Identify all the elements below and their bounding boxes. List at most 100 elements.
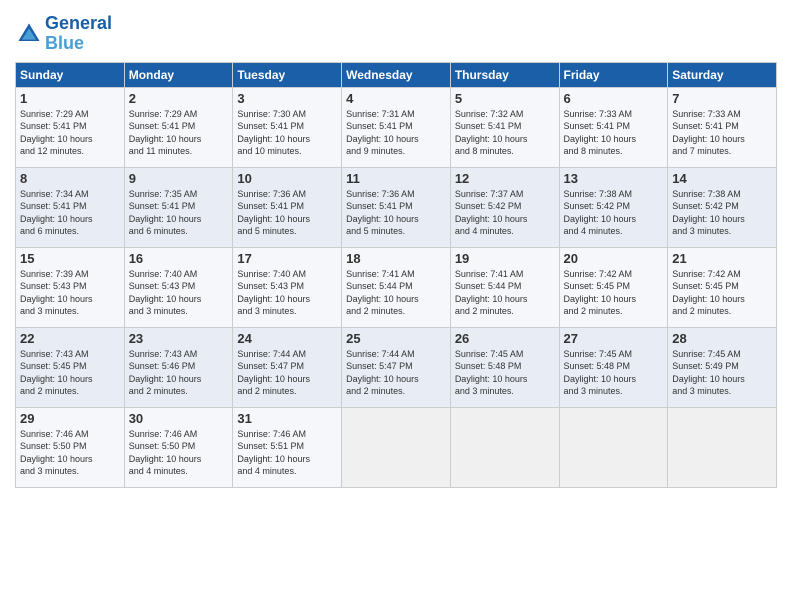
calendar-cell: 4Sunrise: 7:31 AM Sunset: 5:41 PM Daylig… [342, 87, 451, 167]
day-info: Sunrise: 7:45 AM Sunset: 5:48 PM Dayligh… [564, 348, 664, 398]
day-info: Sunrise: 7:44 AM Sunset: 5:47 PM Dayligh… [346, 348, 446, 398]
calendar-cell: 19 Sunrise: 7:41 AM Sunset: 5:44 PM Dayli… [450, 247, 559, 327]
day-number: 11 [346, 171, 446, 186]
day-number: 3 [237, 91, 337, 106]
day-info: Sunrise: 7:39 AM Sunset: 5:43 PM Dayligh… [20, 268, 120, 318]
day-number: 25 [346, 331, 446, 346]
day-number: 23 [129, 331, 229, 346]
day-number: 13 [564, 171, 664, 186]
calendar-cell: 18Sunrise: 7:41 AM Sunset: 5:44 PM Dayli… [342, 247, 451, 327]
day-number: 30 [129, 411, 229, 426]
day-info: Sunrise: 7:41 AM Sunset: 5:44 PM Dayligh… [455, 268, 555, 318]
day-info: Sunrise: 7:37 AM Sunset: 5:42 PM Dayligh… [455, 188, 555, 238]
day-number: 20 [564, 251, 664, 266]
day-number: 2 [129, 91, 229, 106]
page-container: General Blue SundayMondayTuesdayWednesda… [0, 0, 792, 612]
day-info: Sunrise: 7:29 AM Sunset: 5:41 PM Dayligh… [20, 108, 120, 158]
calendar-cell: 7 Sunrise: 7:33 AM Sunset: 5:41 PM Daylig… [668, 87, 777, 167]
day-number: 7 [672, 91, 772, 106]
header-row: SundayMondayTuesdayWednesdayThursdayFrid… [16, 62, 777, 87]
calendar-cell: 17 Sunrise: 7:40 AM Sunset: 5:43 PM Dayli… [233, 247, 342, 327]
calendar-week-row: 8 Sunrise: 7:34 AM Sunset: 5:41 PM Daylig… [16, 167, 777, 247]
calendar-cell: 29Sunrise: 7:46 AM Sunset: 5:50 PM Dayli… [16, 407, 125, 487]
day-number: 16 [129, 251, 229, 266]
calendar-cell: 26Sunrise: 7:45 AM Sunset: 5:48 PM Dayli… [450, 327, 559, 407]
calendar-cell: 8 Sunrise: 7:34 AM Sunset: 5:41 PM Daylig… [16, 167, 125, 247]
calendar-cell: 15Sunrise: 7:39 AM Sunset: 5:43 PM Dayli… [16, 247, 125, 327]
day-info: Sunrise: 7:44 AM Sunset: 5:47 PM Dayligh… [237, 348, 337, 398]
calendar-cell: 9 Sunrise: 7:35 AM Sunset: 5:41 PM Daylig… [124, 167, 233, 247]
logo: General Blue [15, 14, 112, 54]
day-info: Sunrise: 7:46 AM Sunset: 5:50 PM Dayligh… [129, 428, 229, 478]
logo-text: General Blue [45, 14, 112, 54]
day-number: 12 [455, 171, 555, 186]
calendar-cell [668, 407, 777, 487]
calendar-cell: 12 Sunrise: 7:37 AM Sunset: 5:42 PM Dayli… [450, 167, 559, 247]
day-number: 5 [455, 91, 555, 106]
calendar-cell: 1 Sunrise: 7:29 AM Sunset: 5:41 PM Daylig… [16, 87, 125, 167]
day-info: Sunrise: 7:34 AM Sunset: 5:41 PM Dayligh… [20, 188, 120, 238]
calendar-cell: 5 Sunrise: 7:32 AM Sunset: 5:41 PM Daylig… [450, 87, 559, 167]
day-number: 8 [20, 171, 120, 186]
day-info: Sunrise: 7:36 AM Sunset: 5:41 PM Dayligh… [346, 188, 446, 238]
day-number: 28 [672, 331, 772, 346]
header: General Blue [15, 10, 777, 54]
calendar-cell [450, 407, 559, 487]
calendar-cell: 2 Sunrise: 7:29 AM Sunset: 5:41 PM Daylig… [124, 87, 233, 167]
day-info: Sunrise: 7:36 AM Sunset: 5:41 PM Dayligh… [237, 188, 337, 238]
day-info: Sunrise: 7:38 AM Sunset: 5:42 PM Dayligh… [564, 188, 664, 238]
calendar-cell [342, 407, 451, 487]
calendar-cell: 20 Sunrise: 7:42 AM Sunset: 5:45 PM Dayli… [559, 247, 668, 327]
weekday-header: Saturday [668, 62, 777, 87]
calendar-table: SundayMondayTuesdayWednesdayThursdayFrid… [15, 62, 777, 488]
day-number: 6 [564, 91, 664, 106]
day-info: Sunrise: 7:41 AM Sunset: 5:44 PM Dayligh… [346, 268, 446, 318]
calendar-cell: 14Sunrise: 7:38 AM Sunset: 5:42 PM Dayli… [668, 167, 777, 247]
calendar-cell: 27 Sunrise: 7:45 AM Sunset: 5:48 PM Dayli… [559, 327, 668, 407]
day-info: Sunrise: 7:33 AM Sunset: 5:41 PM Dayligh… [564, 108, 664, 158]
calendar-cell: 13 Sunrise: 7:38 AM Sunset: 5:42 PM Dayli… [559, 167, 668, 247]
calendar-cell: 21 Sunrise: 7:42 AM Sunset: 5:45 PM Dayli… [668, 247, 777, 327]
day-number: 24 [237, 331, 337, 346]
day-number: 1 [20, 91, 120, 106]
day-info: Sunrise: 7:46 AM Sunset: 5:51 PM Dayligh… [237, 428, 337, 478]
day-number: 19 [455, 251, 555, 266]
day-info: Sunrise: 7:42 AM Sunset: 5:45 PM Dayligh… [672, 268, 772, 318]
weekday-header: Monday [124, 62, 233, 87]
day-info: Sunrise: 7:42 AM Sunset: 5:45 PM Dayligh… [564, 268, 664, 318]
day-number: 22 [20, 331, 120, 346]
day-number: 27 [564, 331, 664, 346]
day-info: Sunrise: 7:30 AM Sunset: 5:41 PM Dayligh… [237, 108, 337, 158]
calendar-cell: 3 Sunrise: 7:30 AM Sunset: 5:41 PM Daylig… [233, 87, 342, 167]
day-number: 31 [237, 411, 337, 426]
calendar-cell: 23 Sunrise: 7:43 AM Sunset: 5:46 PM Dayli… [124, 327, 233, 407]
calendar-cell: 16 Sunrise: 7:40 AM Sunset: 5:43 PM Dayli… [124, 247, 233, 327]
calendar-cell [559, 407, 668, 487]
weekday-header: Sunday [16, 62, 125, 87]
calendar-cell: 6 Sunrise: 7:33 AM Sunset: 5:41 PM Daylig… [559, 87, 668, 167]
day-number: 17 [237, 251, 337, 266]
calendar-week-row: 15Sunrise: 7:39 AM Sunset: 5:43 PM Dayli… [16, 247, 777, 327]
day-info: Sunrise: 7:29 AM Sunset: 5:41 PM Dayligh… [129, 108, 229, 158]
day-info: Sunrise: 7:40 AM Sunset: 5:43 PM Dayligh… [129, 268, 229, 318]
calendar-cell: 25 Sunrise: 7:44 AM Sunset: 5:47 PM Dayli… [342, 327, 451, 407]
day-number: 21 [672, 251, 772, 266]
day-info: Sunrise: 7:45 AM Sunset: 5:48 PM Dayligh… [455, 348, 555, 398]
weekday-header: Wednesday [342, 62, 451, 87]
calendar-cell: 11 Sunrise: 7:36 AM Sunset: 5:41 PM Dayli… [342, 167, 451, 247]
day-number: 9 [129, 171, 229, 186]
calendar-week-row: 1 Sunrise: 7:29 AM Sunset: 5:41 PM Daylig… [16, 87, 777, 167]
day-number: 10 [237, 171, 337, 186]
day-info: Sunrise: 7:40 AM Sunset: 5:43 PM Dayligh… [237, 268, 337, 318]
weekday-header: Tuesday [233, 62, 342, 87]
calendar-cell: 10 Sunrise: 7:36 AM Sunset: 5:41 PM Dayli… [233, 167, 342, 247]
calendar-cell: 31 Sunrise: 7:46 AM Sunset: 5:51 PM Dayli… [233, 407, 342, 487]
day-info: Sunrise: 7:43 AM Sunset: 5:46 PM Dayligh… [129, 348, 229, 398]
day-info: Sunrise: 7:43 AM Sunset: 5:45 PM Dayligh… [20, 348, 120, 398]
day-info: Sunrise: 7:33 AM Sunset: 5:41 PM Dayligh… [672, 108, 772, 158]
day-number: 14 [672, 171, 772, 186]
calendar-cell: 30 Sunrise: 7:46 AM Sunset: 5:50 PM Dayli… [124, 407, 233, 487]
day-info: Sunrise: 7:31 AM Sunset: 5:41 PM Dayligh… [346, 108, 446, 158]
day-info: Sunrise: 7:32 AM Sunset: 5:41 PM Dayligh… [455, 108, 555, 158]
day-info: Sunrise: 7:35 AM Sunset: 5:41 PM Dayligh… [129, 188, 229, 238]
